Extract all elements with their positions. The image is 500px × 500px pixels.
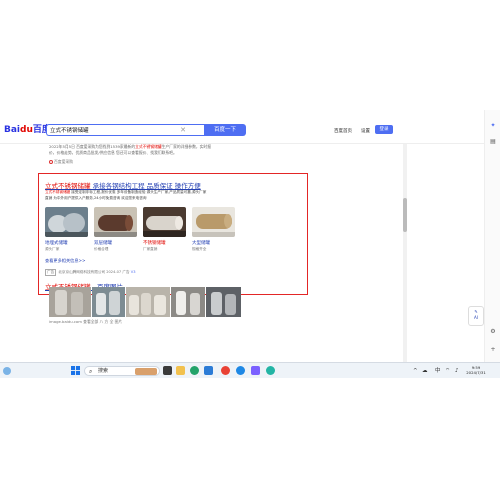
tank-image-3[interactable]	[143, 207, 186, 237]
image-label-1[interactable]: 地埋式储罐	[45, 240, 68, 246]
nav-home-link[interactable]: 百度首页	[334, 128, 352, 134]
tank-image-4[interactable]	[192, 207, 235, 237]
app-icon-blue[interactable]	[236, 366, 245, 375]
image-label-2[interactable]: 双层储罐	[94, 240, 112, 246]
ad-company: 北京京山腾网络科技有限公司 2024-07	[58, 270, 122, 274]
gallery-image-3[interactable]	[126, 287, 170, 317]
taskbar-clock[interactable]: 9:59 2024/7/31	[465, 365, 487, 375]
ad-result-highlight: 立式不锈钢储罐 承接各钢结构工程 品质保证 操作方便 立式不锈钢储罐 接受定制非…	[38, 173, 308, 295]
collections-icon[interactable]: ▤	[489, 138, 497, 146]
more-info-link[interactable]: 查看更多相关信息>>	[45, 258, 86, 264]
taskbar: ⌕ 搜索 ^ ☁ 中 ⌔ ♪ 9:59 2024/7/31	[0, 362, 500, 378]
page-scrollbar[interactable]	[403, 144, 407, 362]
settings-gear-icon[interactable]: ⚙	[489, 328, 497, 336]
search-button[interactable]: 百度一下	[204, 124, 246, 136]
cloud-icon[interactable]: ☁	[422, 366, 428, 376]
login-button[interactable]: 登录	[375, 125, 393, 134]
tank-image-2[interactable]	[94, 207, 137, 237]
source-icon	[49, 160, 53, 164]
ad-result-title[interactable]: 立式不锈钢储罐 承接各钢结构工程 品质保证 操作方便	[45, 180, 201, 190]
image-sub-2: 价格合理	[94, 247, 109, 251]
search-icon: ⌕	[89, 368, 93, 375]
volume-icon[interactable]: ♪	[455, 366, 459, 376]
baidu-logo[interactable]: Baidu百度	[4, 122, 51, 135]
task-view-icon[interactable]	[163, 366, 172, 375]
image-sub-3: 厂家直销	[143, 247, 158, 251]
nav-settings-link[interactable]: 设置	[361, 128, 370, 134]
ad-badge: 广告	[45, 269, 57, 276]
image-sub-4: 规格齐全	[192, 247, 207, 251]
browser-sidebar: ✦ ▤ ⚙ +	[484, 110, 500, 362]
gallery-image-4[interactable]	[171, 287, 205, 317]
file-explorer-icon[interactable]	[176, 366, 185, 375]
ime-indicator[interactable]: 中	[435, 366, 441, 376]
search-query: 立式不锈钢储罐	[50, 128, 89, 134]
results-area: 2022年5月5日 百度爱采购为您找到1539家最新的立式不锈钢储罐生产厂家的详…	[38, 144, 406, 362]
image-gallery	[49, 287, 241, 317]
image-sub-1: 源头厂家	[45, 247, 60, 251]
ad-meta: 广告 北京京山腾网络科技有限公司 2024-07 广告 V3	[45, 269, 135, 276]
edge-browser-icon[interactable]	[190, 366, 199, 375]
browser-window: Baidu百度 立式不锈钢储罐 ✕ 百度一下 百度首页 设置 登录 2022年5…	[0, 110, 500, 362]
tray-chevron-icon[interactable]: ^	[413, 366, 418, 376]
app-icon-teal[interactable]	[266, 366, 275, 375]
search-highlight-image	[135, 368, 157, 375]
network-icon[interactable]: ⌔	[445, 366, 450, 376]
screenshot-canvas: Baidu百度 立式不锈钢储罐 ✕ 百度一下 百度首页 设置 登录 2022年5…	[0, 0, 500, 500]
ad-result-description: 立式不锈钢储罐 接受定制非标工程,报价优惠 多年设备制造经验 源头生产厂家,产品…	[45, 190, 207, 200]
image-label-3[interactable]: 不锈钢储罐	[143, 240, 166, 246]
ad-label: 广告	[122, 270, 130, 274]
taskbar-search[interactable]: ⌕ 搜索	[84, 366, 160, 376]
chrome-icon[interactable]	[221, 366, 230, 375]
previous-result-source[interactable]: 百度爱采购	[49, 159, 73, 165]
windows-start-icon[interactable]	[71, 366, 80, 375]
store-icon[interactable]	[204, 366, 213, 375]
search-input[interactable]: 立式不锈钢储罐 ✕	[46, 124, 204, 136]
edit-icon: ✎	[474, 309, 478, 314]
gallery-image-5[interactable]	[206, 287, 241, 317]
previous-result-snippet-2: 价，价格走势，优质商品批发/供应信息 您还可以查看报价、找我们联系吧。	[49, 150, 177, 155]
search-header: Baidu百度 立式不锈钢储罐 ✕ 百度一下 百度首页 设置 登录	[0, 110, 500, 144]
tank-image-1[interactable]	[45, 207, 88, 237]
clear-icon[interactable]: ✕	[180, 125, 186, 136]
image-label-4[interactable]: 大型储罐	[192, 240, 210, 246]
gallery-source[interactable]: image.baidu.com 查看全部 八 方 全 图片	[49, 319, 122, 325]
verified-badge-icon: V3	[130, 270, 136, 274]
weather-icon[interactable]	[3, 367, 11, 375]
gallery-image-2[interactable]	[92, 287, 125, 317]
scroll-thumb[interactable]	[403, 198, 407, 232]
app-icon-purple[interactable]	[251, 366, 260, 375]
add-icon[interactable]: +	[489, 346, 497, 354]
floating-ai-button[interactable]: ✎ AI	[468, 306, 484, 326]
copilot-icon[interactable]: ✦	[489, 122, 497, 130]
gallery-image-1[interactable]	[49, 287, 91, 317]
